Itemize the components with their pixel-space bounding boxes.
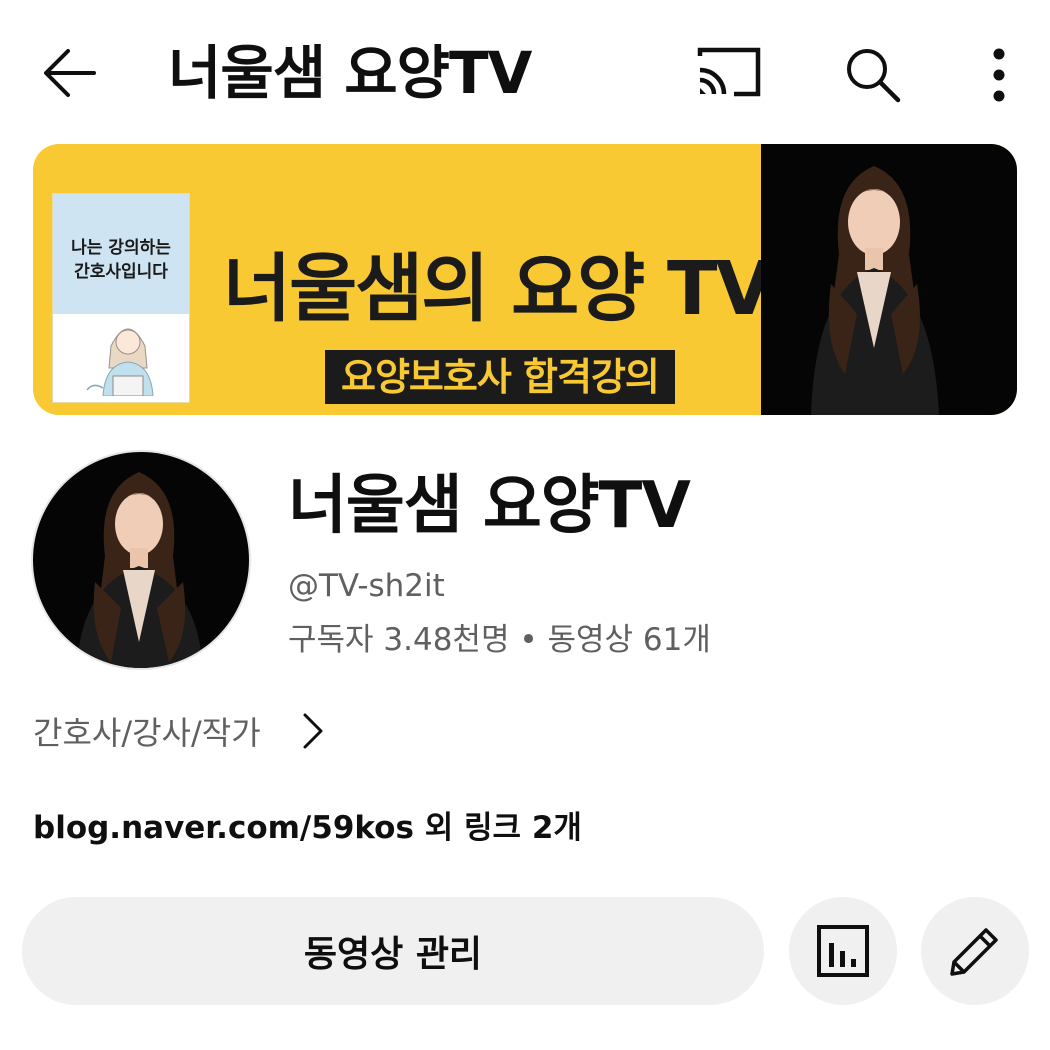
- app-bar-title: 너울샘 요양TV: [168, 39, 532, 107]
- channel-stats: 구독자 3.48천명 • 동영상 61개: [288, 622, 711, 658]
- channel-description-row[interactable]: 간호사/강사/작가: [33, 706, 327, 756]
- book-cover-image: 나는 강의하는 간호사입니다: [53, 194, 189, 402]
- channel-description: 간호사/강사/작가: [33, 714, 261, 752]
- top-app-bar: 너울샘 요양TV: [0, 0, 1050, 145]
- search-button[interactable]: [840, 42, 906, 108]
- channel-name: 너울샘 요양TV: [288, 469, 691, 543]
- cast-button[interactable]: [694, 44, 764, 104]
- edit-channel-button[interactable]: [921, 897, 1029, 1005]
- channel-banner[interactable]: 나는 강의하는 간호사입니다 너울샘의 요양 TV 요양보호사 합격강의: [33, 144, 1017, 415]
- book-title-line-2: 간호사입니다: [74, 262, 168, 282]
- analytics-icon: [817, 925, 869, 977]
- arrow-left-icon: [44, 49, 96, 97]
- book-title-line-1: 나는 강의하는: [71, 238, 171, 258]
- back-button[interactable]: [38, 40, 104, 106]
- more-vertical-icon: [993, 48, 1005, 102]
- channel-links[interactable]: blog.naver.com/59kos 외 링크 2개: [33, 806, 582, 850]
- chevron-right-icon: [303, 713, 323, 749]
- analytics-button[interactable]: [789, 897, 897, 1005]
- search-icon: [847, 49, 901, 103]
- channel-handle: @TV-sh2it: [288, 568, 445, 604]
- pencil-icon: [950, 928, 998, 976]
- banner-portrait-photo: [761, 144, 1017, 415]
- manage-videos-label: 동영상 관리: [303, 934, 483, 975]
- banner-headline: 너울샘의 요양 TV: [223, 246, 773, 332]
- more-options-button[interactable]: [978, 42, 1020, 108]
- nurse-illustration-icon: [86, 328, 154, 396]
- channel-avatar[interactable]: [33, 452, 249, 668]
- banner-subheadline: 요양보호사 합격강의: [325, 350, 675, 404]
- manage-videos-button[interactable]: 동영상 관리: [22, 897, 764, 1005]
- cast-icon: [697, 47, 761, 97]
